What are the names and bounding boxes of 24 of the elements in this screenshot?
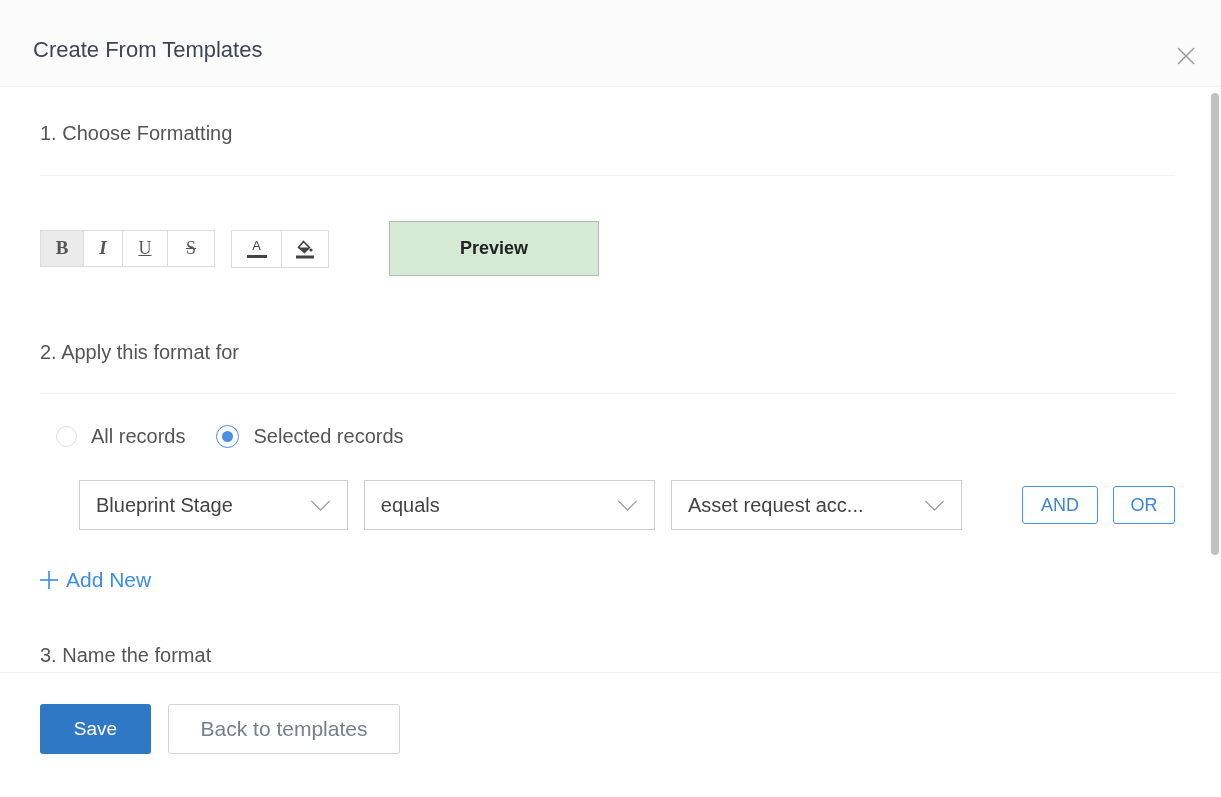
scrollbar-thumb[interactable] bbox=[1211, 93, 1219, 555]
bold-button[interactable]: B bbox=[41, 231, 84, 266]
dialog-title: Create From Templates bbox=[33, 37, 263, 63]
radio-label: Selected records bbox=[253, 425, 404, 447]
chevron-down-icon bbox=[616, 499, 638, 511]
connector-button[interactable]: AND bbox=[1022, 486, 1098, 524]
section-heading: 1. Choose Formatting bbox=[40, 122, 233, 144]
connector-button[interactable]: OR bbox=[1113, 486, 1175, 524]
radio-label: All records bbox=[91, 425, 186, 447]
chevron-down-icon bbox=[924, 499, 945, 511]
color-swatch-icon bbox=[246, 255, 267, 258]
plus-icon bbox=[40, 571, 58, 589]
preview-text: Preview bbox=[459, 237, 528, 260]
dropdown[interactable]: Asset request acc... bbox=[670, 480, 962, 530]
paint-bucket-icon bbox=[295, 238, 315, 259]
save-button[interactable]: Save bbox=[40, 704, 151, 754]
dropdown[interactable]: equals bbox=[363, 480, 655, 530]
close-icon[interactable] bbox=[1177, 47, 1195, 65]
dropdown[interactable]: Blueprint Stage bbox=[79, 480, 348, 530]
chevron-down-icon bbox=[309, 499, 331, 511]
radio-button[interactable] bbox=[216, 424, 240, 448]
back-button[interactable]: Back to templates bbox=[168, 704, 400, 754]
section-heading: 3. Name the format bbox=[40, 644, 212, 666]
section-heading: 2. Apply this format for bbox=[40, 341, 239, 363]
